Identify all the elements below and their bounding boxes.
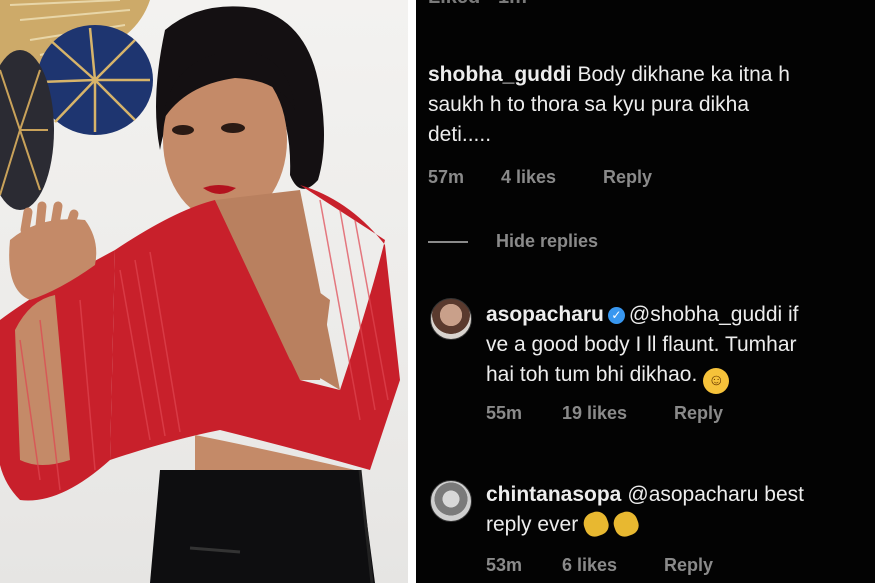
panel-divider	[408, 0, 416, 583]
hugging-face-emoji-icon: ☺	[703, 368, 730, 394]
reply-button[interactable]: Reply	[603, 167, 652, 188]
reply-button[interactable]: Reply	[664, 555, 713, 576]
reply-text-line-1: @shobha_guddi if	[628, 303, 799, 326]
avatar[interactable]	[430, 298, 472, 340]
reply-username[interactable]: chintanasopa	[486, 483, 621, 506]
comments-panel[interactable]: Liked · 1m shobha_guddiBody dikhane ka i…	[416, 0, 875, 583]
comment-text-line-1: Body dikhane ka itna h	[577, 63, 790, 86]
hide-replies-line	[428, 241, 468, 244]
reply-time: 55m	[486, 403, 523, 423]
hide-replies-label: Hide replies	[496, 231, 599, 251]
comment: shobha_guddi Body dikhane ka itna h	[428, 60, 790, 89]
reply-button[interactable]: Reply	[674, 403, 723, 424]
reply-likes[interactable]: 6 likes	[562, 555, 617, 576]
photo-illustration	[0, 0, 400, 583]
verified-badge-icon: ✓	[607, 307, 625, 324]
clapping-hands-emoji-icon	[610, 508, 642, 540]
reply-meta: 53m 6 likes Reply	[486, 555, 866, 579]
hide-replies-button[interactable]: Hide replies	[428, 231, 598, 252]
reply-meta: 55m 19 likes Reply	[486, 403, 866, 427]
reply-text-line-2: ve a good body I ll flaunt. Tumhar	[486, 333, 797, 356]
reply-likes[interactable]: 19 likes	[562, 403, 627, 424]
comment-text-line-3: deti.....	[428, 123, 492, 146]
comment-username[interactable]: shobha_guddi	[428, 63, 572, 86]
reply: asopacharu ✓ @shobha_guddi if	[486, 300, 799, 329]
wall-decor	[0, 0, 153, 210]
reply-text-line-2: reply ever	[486, 508, 642, 540]
comment-time: 57m	[428, 167, 465, 187]
reply: chintanasopa @asopacharu best	[486, 480, 804, 509]
profile-photo	[0, 0, 408, 583]
comment-likes[interactable]: 4 likes	[501, 167, 556, 188]
avatar[interactable]	[430, 480, 472, 522]
comment-meta: 57m 4 likes Reply	[428, 167, 828, 191]
clapping-hands-emoji-icon	[580, 508, 612, 540]
reply-text-line-1: @asopacharu best	[627, 483, 804, 506]
reply-time: 53m	[486, 555, 523, 575]
previous-comment-meta: Liked · 1m	[428, 0, 527, 9]
reply-text-line-3: hai toh tum bhi dikhao. ☺	[486, 360, 730, 394]
reply-username[interactable]: asopacharu	[486, 303, 604, 326]
comment-text-line-2: saukh h to thora sa kyu pura dikha	[428, 93, 750, 116]
